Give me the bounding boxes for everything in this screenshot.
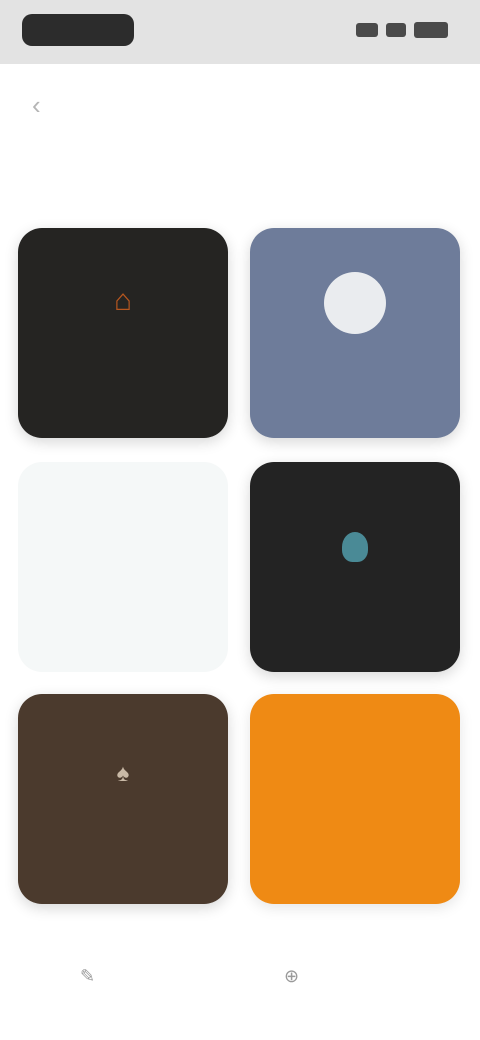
- wifi-icon: [386, 23, 406, 37]
- theme-tile-1[interactable]: ⌂: [18, 228, 228, 438]
- tile-drop-icon: [342, 532, 368, 562]
- theme-tile-5[interactable]: ♠: [18, 694, 228, 904]
- edit-icon: ✎: [80, 966, 96, 986]
- theme-tile-4[interactable]: [250, 462, 460, 672]
- add-circle-icon: ⊕: [284, 966, 300, 986]
- status-icons: [356, 22, 448, 38]
- back-chevron-icon[interactable]: ‹: [32, 92, 41, 118]
- theme-tile-6[interactable]: [250, 694, 460, 904]
- screen: ‹ ⌂ ♠ ✎ ⊕: [0, 0, 480, 1040]
- tile-mark-icon: ♠: [116, 760, 130, 787]
- tile-mark-icon: ⌂: [113, 284, 133, 317]
- tile-circle-icon: [324, 272, 386, 334]
- signal-icon: [356, 23, 378, 37]
- battery-icon: [414, 22, 448, 38]
- bottom-action-bar: ✎ ⊕: [0, 930, 480, 1040]
- bottom-left-button[interactable]: ✎: [80, 966, 103, 987]
- bottom-right-button[interactable]: ⊕: [284, 966, 307, 987]
- status-bar: [0, 0, 480, 64]
- theme-tile-3[interactable]: [18, 462, 228, 672]
- theme-tile-2[interactable]: [250, 228, 460, 438]
- status-time: [22, 14, 134, 46]
